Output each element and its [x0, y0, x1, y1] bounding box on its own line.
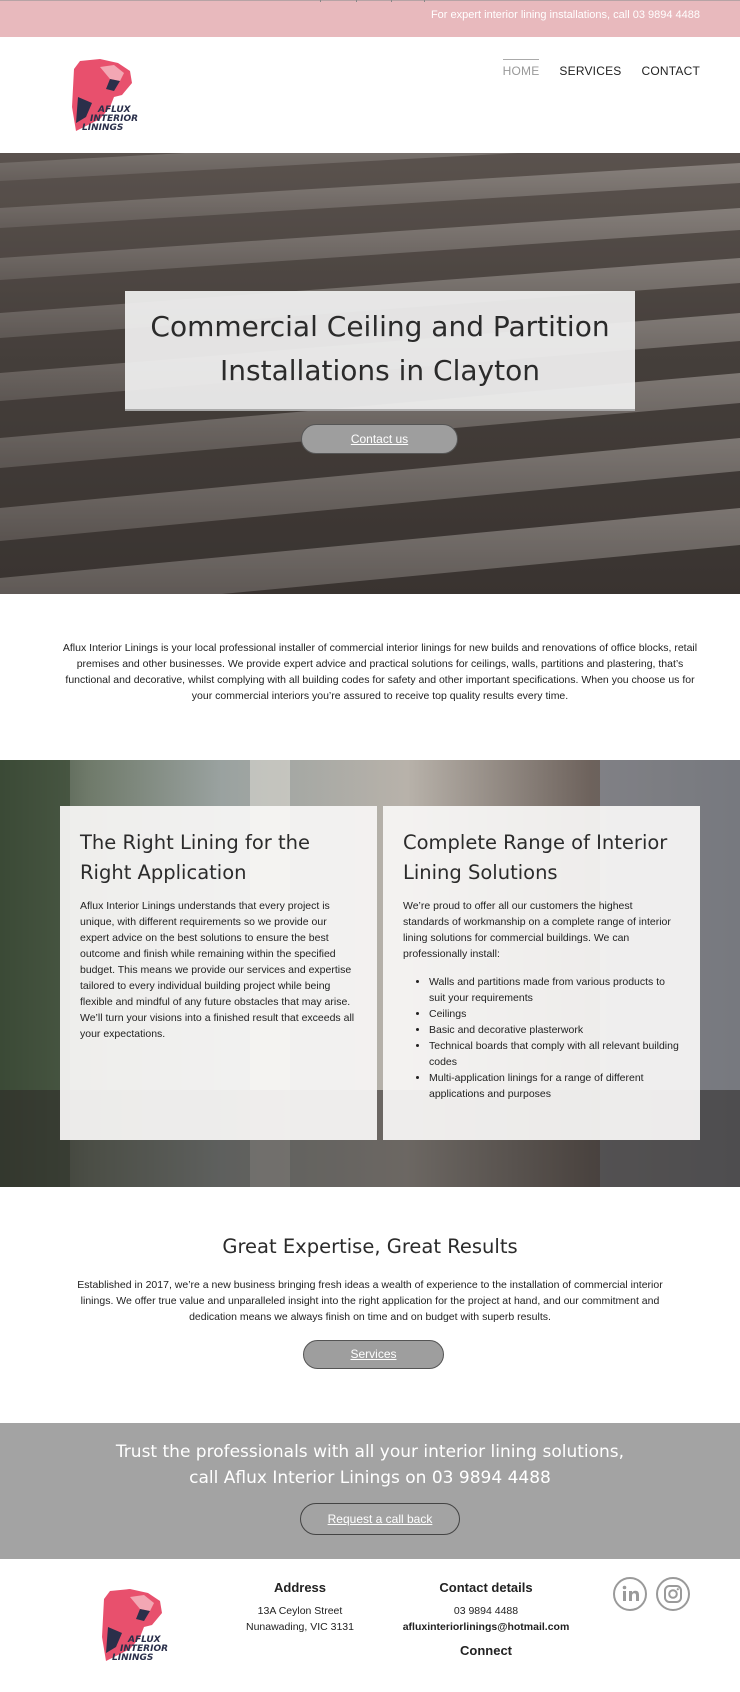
nav-contact[interactable]: CONTACT: [641, 59, 700, 78]
services-button[interactable]: Services: [303, 1340, 444, 1369]
top-tick-marks: [320, 0, 425, 2]
site-header: AFLUX INTERIOR LININGS HOME SERVICES CON…: [0, 37, 740, 153]
hero-title-box: Commercial Ceiling and Partition Install…: [125, 291, 635, 411]
aflux-logo[interactable]: AFLUX INTERIOR LININGS: [70, 57, 146, 133]
list-item: Walls and partitions made from various p…: [429, 974, 680, 1006]
contact-heading: Contact details: [439, 1580, 533, 1595]
feature-card-right-lining: The Right Lining for the Right Applicati…: [60, 806, 377, 1140]
logo-text-3: LININGS: [112, 1653, 153, 1663]
footer-contact: Contact details 03 9894 4488 afluxinteri…: [396, 1580, 576, 1658]
site-footer: AFLUX INTERIOR LININGS Address 13A Ceylo…: [0, 1559, 740, 1692]
address-heading: Address: [273, 1580, 327, 1595]
request-call-back-button[interactable]: Request a call back: [300, 1503, 460, 1535]
feature-card-title: The Right Lining for the Right Applicati…: [80, 831, 311, 884]
address-line-2: Nunawading, VIC 3131: [246, 1621, 354, 1633]
nav-home[interactable]: HOME: [502, 59, 540, 78]
aflux-footer-logo[interactable]: AFLUX INTERIOR LININGS: [100, 1587, 176, 1663]
hero-section: Commercial Ceiling and Partition Install…: [0, 153, 740, 594]
main-nav: HOME SERVICES CONTACT: [502, 59, 700, 78]
nav-services[interactable]: SERVICES: [559, 59, 621, 78]
cta-title: Trust the professionals with all your in…: [115, 1442, 625, 1488]
linkedin-glyph: [622, 1585, 639, 1601]
feature-section: The Right Lining for the Right Applicati…: [0, 760, 740, 1187]
feature-card-complete-range: Complete Range of Interior Lining Soluti…: [383, 806, 700, 1140]
phone-link[interactable]: 03 9894 4488: [396, 1603, 576, 1619]
expertise-section: Great Expertise, Great Results Establish…: [0, 1187, 740, 1423]
feature-card-body: Aflux Interior Linings understands that …: [80, 900, 355, 1040]
expertise-title: Great Expertise, Great Results: [222, 1235, 518, 1258]
logo-text-3: LININGS: [82, 123, 123, 133]
feature-card-title: Complete Range of Interior Lining Soluti…: [403, 831, 668, 884]
expertise-body: Established in 2017, we’re a new busines…: [77, 1279, 663, 1323]
instagram-glyph: [664, 1585, 682, 1603]
list-item: Ceilings: [429, 1006, 680, 1022]
list-item: Multi-application linings for a range of…: [429, 1070, 680, 1102]
connect-heading: Connect: [460, 1643, 512, 1658]
email-link[interactable]: afluxinteriorlinings@hotmail.com: [396, 1619, 576, 1635]
list-item: Basic and decorative plasterwork: [429, 1022, 680, 1038]
footer-address: Address 13A Ceylon Street Nunawading, VI…: [225, 1580, 375, 1635]
top-bar-message: For expert interior lining installations…: [430, 9, 700, 21]
address-line-1: 13A Ceylon Street: [257, 1605, 343, 1617]
feature-card-body: We’re proud to offer all our customers t…: [403, 900, 671, 960]
contact-us-button[interactable]: Contact us: [301, 424, 458, 454]
services-list: Walls and partitions made from various p…: [403, 974, 680, 1102]
instagram-icon[interactable]: [656, 1577, 690, 1611]
intro-paragraph: Aflux Interior Linings is your local pro…: [62, 642, 698, 702]
top-bar: For expert interior lining installations…: [0, 0, 740, 37]
linkedin-icon[interactable]: [613, 1577, 647, 1611]
hero-title: Commercial Ceiling and Partition Install…: [150, 310, 610, 387]
call-to-action-section: Trust the professionals with all your in…: [0, 1423, 740, 1559]
list-item: Technical boards that comply with all re…: [429, 1038, 680, 1070]
